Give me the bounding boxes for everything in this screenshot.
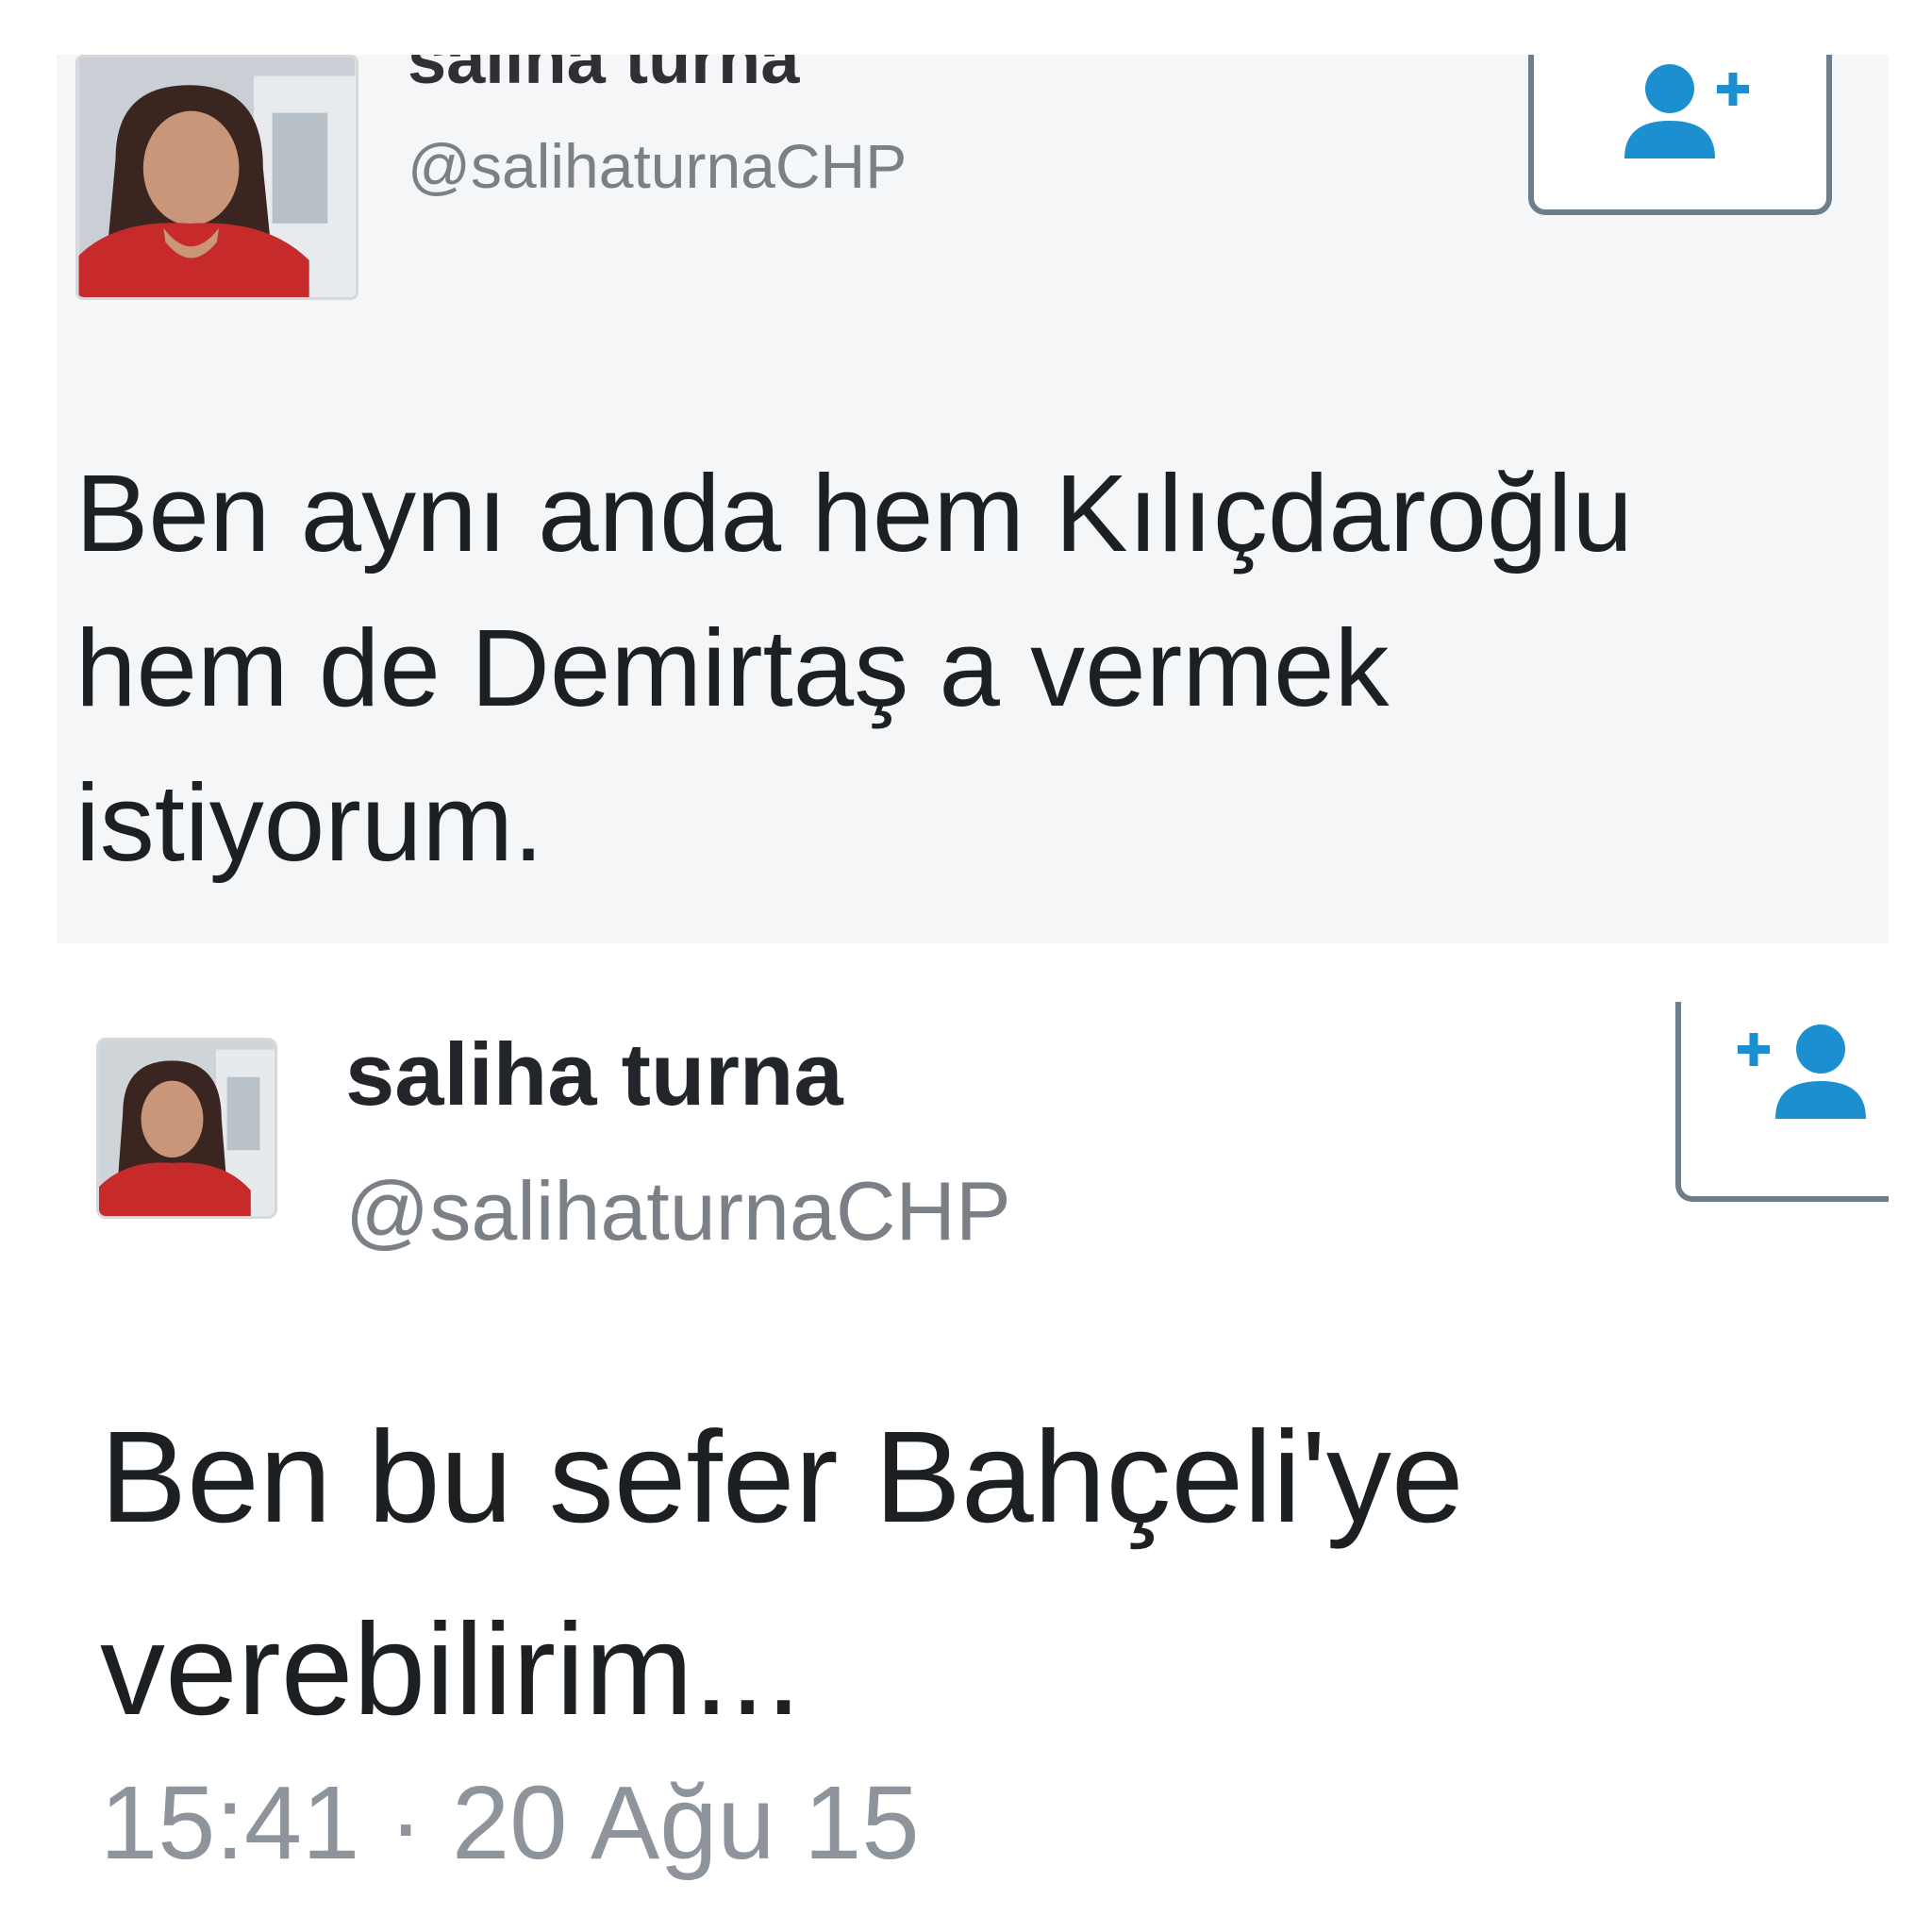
screenshot-collage: saliha turna @salihaturnaCHP Ben aynı an… <box>0 0 1932 1932</box>
avatar[interactable] <box>96 1038 277 1219</box>
avatar[interactable] <box>75 55 358 300</box>
display-name[interactable]: saliha turna <box>345 1023 843 1126</box>
tweet-card-2: saliha turna @salihaturnaCHP Ben bu sefe… <box>57 1002 1889 1894</box>
display-name[interactable]: saliha turna <box>408 55 799 102</box>
tweet-text: Ben bu sefer Bahçeli'ye verebilirim... <box>100 1405 1464 1742</box>
follow-user-icon <box>1624 64 1749 158</box>
profile-photo <box>78 58 356 297</box>
tweet-timestamp[interactable]: 15:41 · 20 Ağu 15 <box>100 1762 920 1885</box>
user-handle[interactable]: @salihaturnaCHP <box>408 126 907 206</box>
tweet-text: Ben aynı anda hem Kılıçdaroğlu hem de De… <box>75 452 1633 884</box>
profile-photo <box>99 1041 275 1216</box>
follow-button[interactable] <box>1528 55 1832 215</box>
tweet-card-1: saliha turna @salihaturnaCHP Ben aynı an… <box>57 55 1889 943</box>
user-handle[interactable]: @salihaturnaCHP <box>345 1162 1011 1260</box>
follow-user-icon <box>1738 1024 1866 1119</box>
follow-button[interactable] <box>1675 1002 1889 1202</box>
